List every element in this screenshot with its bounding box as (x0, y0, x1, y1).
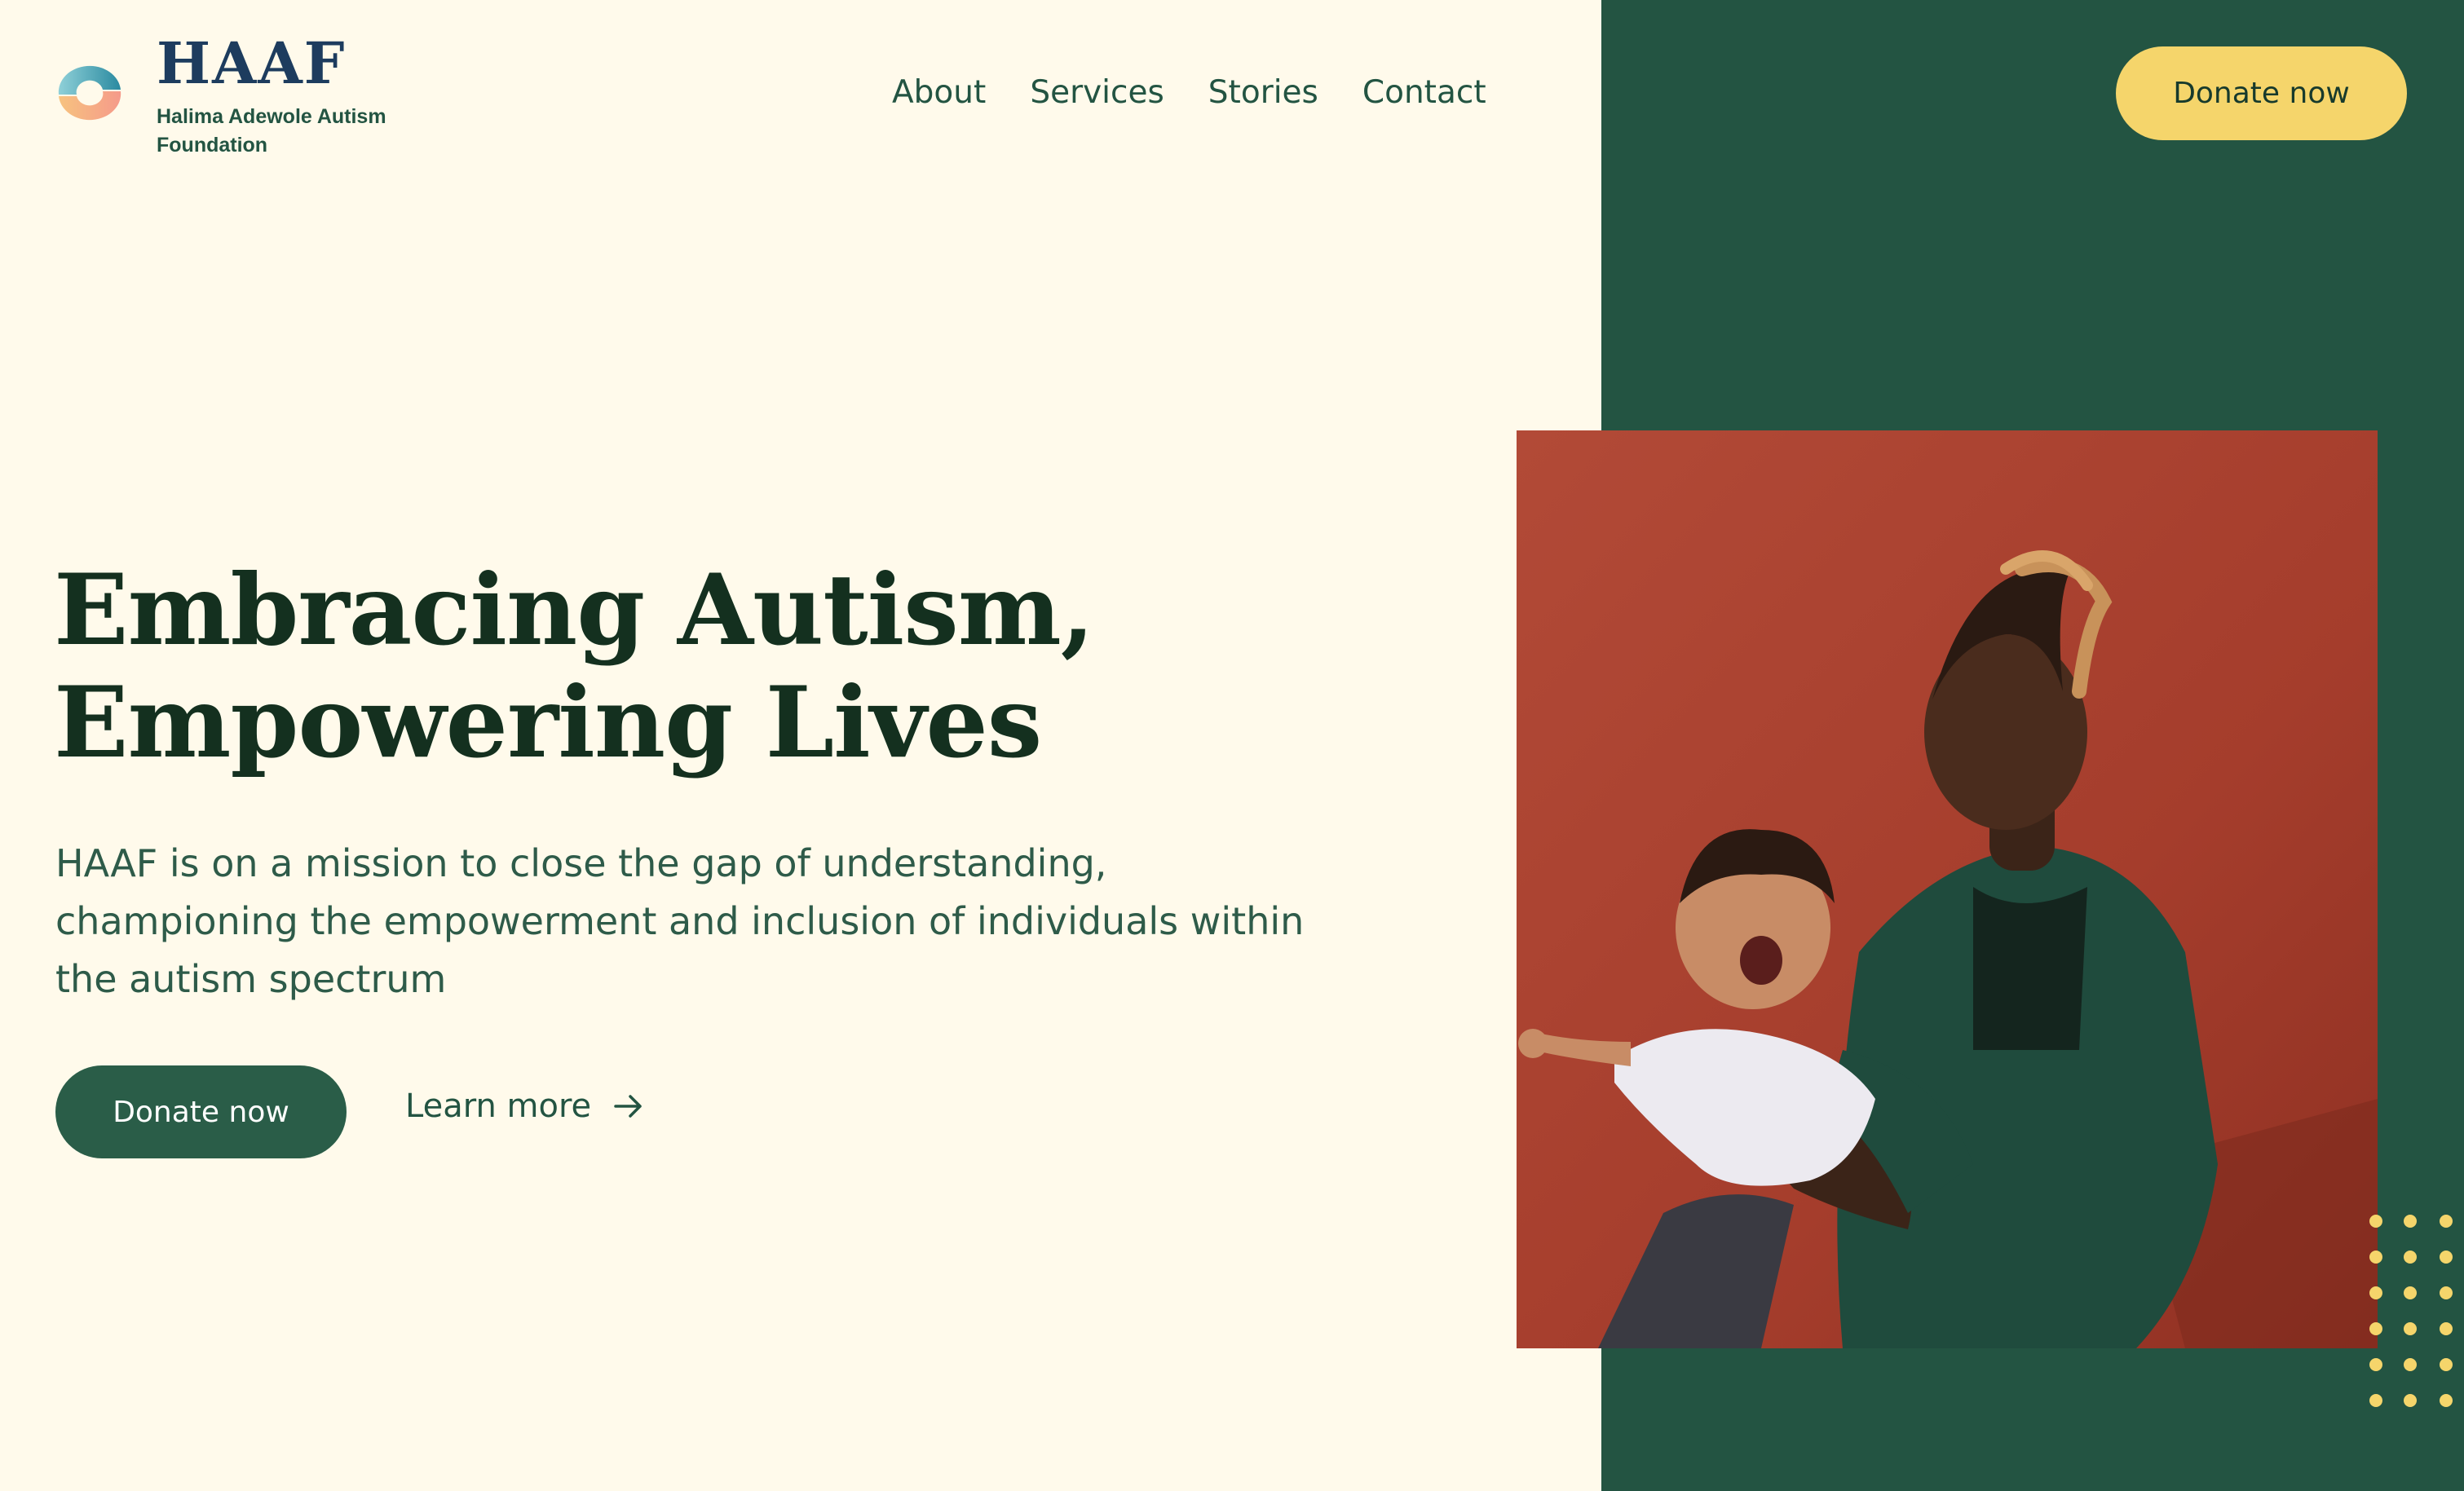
nav-link-stories[interactable]: Stories (1208, 70, 1318, 116)
nav-link-services[interactable]: Services (1030, 70, 1164, 116)
hero-description: HAAF is on a mission to close the gap of… (55, 841, 1305, 1001)
brand-abbreviation: HAAF (157, 29, 347, 97)
hero-title-line-1: Embracing Autism, (54, 553, 1095, 668)
main-navigation: About Services Stories Contact (892, 70, 1530, 116)
learn-more-link[interactable]: Learn more (405, 1087, 647, 1125)
header-donate-button[interactable]: Donate now (2116, 46, 2407, 140)
decorative-dot-grid (2369, 1215, 2453, 1407)
father-and-child-photo (1517, 430, 2378, 1348)
nav-link-about[interactable]: About (892, 70, 986, 116)
haaf-logo-icon (58, 65, 121, 121)
brand-full-name: Halima Adewole Autism Foundation (157, 105, 386, 157)
nav-link-contact[interactable]: Contact (1362, 70, 1486, 116)
hero-title: Embracing Autism, Empowering Lives (54, 554, 1195, 779)
hero-donate-button[interactable]: Donate now (55, 1065, 347, 1158)
brand-logo[interactable]: HAAF Halima Adewole Autism Foundation (54, 33, 417, 160)
landing-page: HAAF Halima Adewole Autism Foundation Ab… (0, 0, 2464, 1491)
learn-more-label: Learn more (405, 1087, 592, 1125)
hero-title-line-2: Empowering Lives (54, 665, 1042, 780)
arrow-right-icon (614, 1095, 642, 1118)
photo-illustration (1517, 430, 2378, 1348)
